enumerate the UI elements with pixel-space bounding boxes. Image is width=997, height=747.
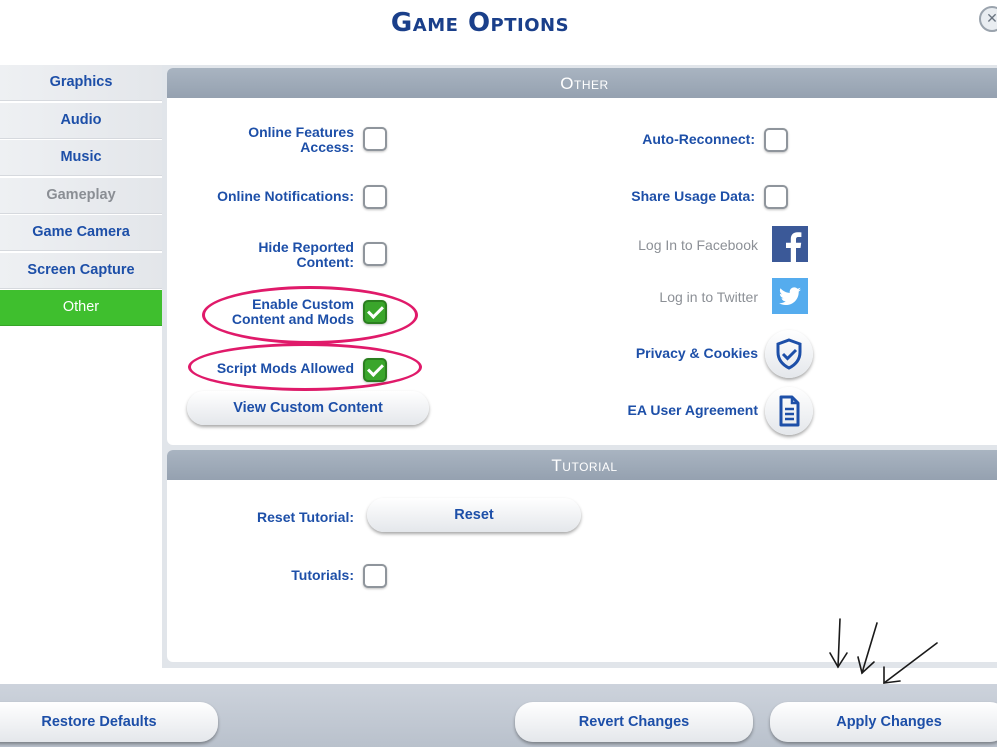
hide-reported-label: Hide Reported Content: xyxy=(167,240,354,270)
footer-bar: Restore Defaults Revert Changes Apply Ch… xyxy=(0,684,997,747)
enable-custom-label: Enable Custom Content and Mods xyxy=(167,297,354,327)
sidebar-item-audio[interactable]: Audio xyxy=(0,102,162,139)
auto-reconnect-label: Auto-Reconnect: xyxy=(642,131,755,147)
hide-reported-label-line2: Content: xyxy=(296,254,354,270)
auto-reconnect-checkbox[interactable] xyxy=(764,128,788,152)
view-custom-content-button[interactable]: View Custom Content xyxy=(187,391,429,425)
tutorials-checkbox[interactable] xyxy=(363,564,387,588)
script-mods-label: Script Mods Allowed xyxy=(216,360,354,376)
twitter-login-label: Log in to Twitter xyxy=(659,289,758,305)
hand-drawn-arrows xyxy=(829,618,938,684)
share-usage-label: Share Usage Data: xyxy=(631,188,755,204)
online-features-label-line1: Online Features xyxy=(248,124,354,140)
facebook-icon[interactable] xyxy=(772,226,808,262)
tutorial-section-header: Tutorial xyxy=(167,450,997,480)
share-usage-checkbox[interactable] xyxy=(764,185,788,209)
sidebar-item-screen-capture[interactable]: Screen Capture xyxy=(0,252,162,289)
privacy-cookies-label: Privacy & Cookies xyxy=(635,345,758,361)
twitter-icon[interactable] xyxy=(772,278,808,314)
reset-tutorial-button[interactable]: Reset xyxy=(367,498,581,532)
enable-custom-checkbox[interactable] xyxy=(363,300,387,324)
revert-changes-button[interactable]: Revert Changes xyxy=(515,702,753,742)
sidebar-item-other[interactable]: Other xyxy=(0,290,162,326)
hide-reported-checkbox[interactable] xyxy=(363,242,387,266)
tutorials-label: Tutorials: xyxy=(291,567,354,583)
ea-agreement-label: EA User Agreement xyxy=(627,402,758,418)
sidebar: Graphics Audio Music Gameplay Game Camer… xyxy=(0,65,162,328)
enable-custom-label-line1: Enable Custom xyxy=(252,296,354,312)
close-button[interactable]: ✕ xyxy=(979,6,997,32)
page-title: Game Options xyxy=(390,8,570,38)
script-mods-checkbox[interactable] xyxy=(363,358,387,382)
shield-check-icon xyxy=(776,338,802,370)
online-features-label-line2: Access: xyxy=(300,139,354,155)
document-icon xyxy=(779,395,800,427)
online-notifications-label: Online Notifications: xyxy=(217,188,354,204)
restore-defaults-button[interactable]: Restore Defaults xyxy=(0,702,218,742)
options-panel: Other Online Features Access: Online Not… xyxy=(162,65,997,684)
other-section: Other Online Features Access: Online Not… xyxy=(167,68,997,445)
online-features-label: Online Features Access: xyxy=(167,125,354,155)
facebook-login-label: Log In to Facebook xyxy=(638,237,758,253)
enable-custom-label-line2: Content and Mods xyxy=(231,311,354,327)
hide-reported-label-line1: Hide Reported xyxy=(258,239,354,255)
apply-changes-button[interactable]: Apply Changes xyxy=(770,702,997,742)
online-notifications-checkbox[interactable] xyxy=(363,185,387,209)
sidebar-item-game-camera[interactable]: Game Camera xyxy=(0,215,162,251)
privacy-cookies-button[interactable] xyxy=(765,330,813,378)
sidebar-item-graphics[interactable]: Graphics xyxy=(0,65,162,101)
sidebar-item-gameplay[interactable]: Gameplay xyxy=(0,177,162,214)
reset-tutorial-label: Reset Tutorial: xyxy=(257,509,354,525)
ea-agreement-button[interactable] xyxy=(765,387,813,435)
other-section-header: Other xyxy=(167,68,997,98)
sidebar-item-music[interactable]: Music xyxy=(0,140,162,176)
online-features-checkbox[interactable] xyxy=(363,127,387,151)
